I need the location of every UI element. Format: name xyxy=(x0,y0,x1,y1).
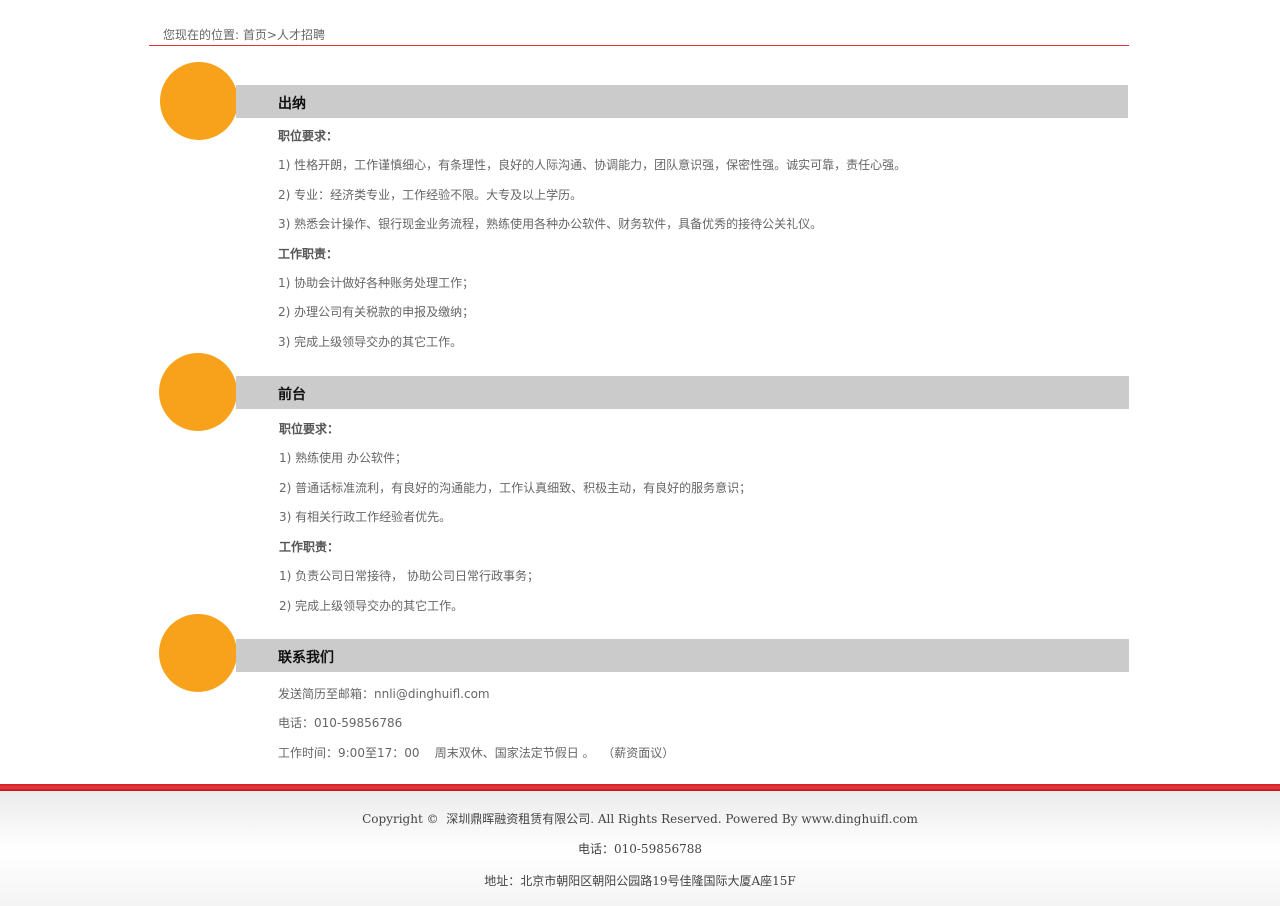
list-item: 2) 完成上级领导交办的其它工作。 xyxy=(279,599,464,613)
breadcrumb: 您现在的位置: 首页>人才招聘 xyxy=(149,0,1129,46)
contact-hours: 工作时间：9:00至17：00 周末双休、国家法定节假日 。 （薪资面议） xyxy=(278,746,675,760)
list-item: 2) 普通话标准流利，有良好的沟通能力，工作认真细致、积极主动，有良好的服务意识… xyxy=(279,481,752,495)
footer-address: 地址：北京市朝阳区朝阳公园路19号佳隆国际大厦A座15F xyxy=(484,874,796,888)
breadcrumb-text: 您现在的位置: 首页>人才招聘 xyxy=(163,26,325,43)
footer: Copyright © 深圳鼎晖融资租赁有限公司. All Rights Res… xyxy=(0,784,1280,906)
list-item: 1) 性格开朗，工作谨慎细心，有条理性，良好的人际沟通、协调能力，团队意识强，保… xyxy=(278,158,907,172)
list-item: 1) 熟练使用 办公软件； xyxy=(279,451,407,465)
section-header-bar: 出纳 xyxy=(236,85,1128,118)
duties-heading: 工作职责： xyxy=(279,540,340,554)
breadcrumb-separator: > xyxy=(266,28,277,42)
duties-heading: 工作职责： xyxy=(278,247,339,261)
list-item: 3) 完成上级领导交办的其它工作。 xyxy=(278,335,463,349)
contact-email[interactable]: 发送简历至邮箱：nnli@dinghuifl.com xyxy=(278,685,490,702)
section-header-bar: 联系我们 xyxy=(236,639,1129,672)
orange-circle-decoration xyxy=(159,353,237,431)
orange-circle-decoration xyxy=(160,62,238,140)
section-title: 联系我们 xyxy=(278,650,334,666)
footer-phone: 电话：010-59856788 xyxy=(577,842,703,856)
list-item: 3) 有相关行政工作经验者优先。 xyxy=(279,510,452,524)
list-item: 1) 协助会计做好各种账务处理工作； xyxy=(278,276,475,290)
section-title: 前台 xyxy=(278,387,306,403)
requirements-heading: 职位要求： xyxy=(279,422,340,436)
list-item: 1) 负责公司日常接待， 协助公司日常行政事务； xyxy=(279,569,539,583)
list-item: 2) 专业：经济类专业，工作经验不限。大专及以上学历。 xyxy=(278,188,583,202)
list-item: 2) 办理公司有关税款的申报及缴纳； xyxy=(278,305,475,319)
breadcrumb-current: 人才招聘 xyxy=(276,28,325,42)
list-item: 3) 熟悉会计操作、银行现金业务流程，熟练使用各种办公软件、财务软件，具备优秀的… xyxy=(278,217,823,231)
section-header-bar: 前台 xyxy=(236,376,1129,409)
contact-phone: 电话：010-59856786 xyxy=(278,716,403,730)
breadcrumb-prefix: 您现在的位置: xyxy=(163,28,240,42)
requirements-heading: 职位要求： xyxy=(278,129,339,143)
footer-red-rule xyxy=(0,784,1280,791)
section-title: 出纳 xyxy=(278,96,306,112)
breadcrumb-home-link[interactable]: 首页 xyxy=(243,28,267,42)
orange-circle-decoration xyxy=(159,614,237,692)
footer-copyright: Copyright © 深圳鼎晖融资租赁有限公司. All Rights Res… xyxy=(362,812,918,826)
